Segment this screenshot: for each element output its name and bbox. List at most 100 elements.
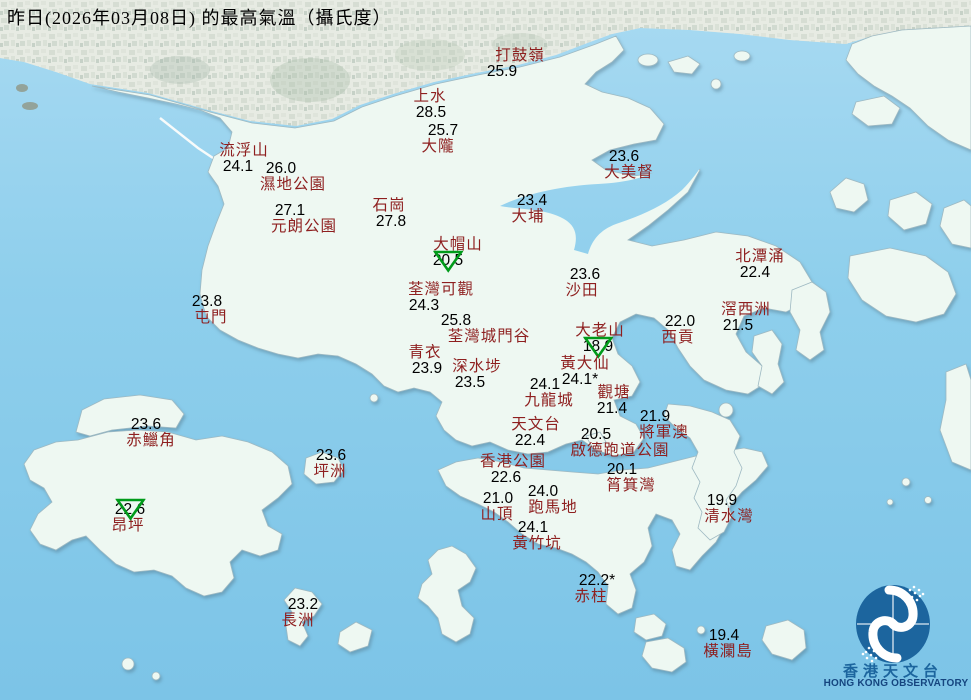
station-kau-sai-chau: 滘西洲 21.5: [721, 302, 771, 334]
station-name: 昂坪: [111, 518, 144, 534]
station-ngong-ping: 22.6昂坪: [111, 502, 144, 534]
station-name: 坪洲: [313, 464, 346, 480]
hko-logo-icon: [845, 582, 941, 666]
station-name: 大埔: [511, 209, 544, 225]
station-value: 22.2*: [579, 573, 615, 589]
station-value: 21.0: [481, 491, 514, 507]
station-tsuen-wan-ho-koon: 荃灣可觀 24.3: [408, 282, 474, 314]
station-kai-tak-runway-park: 20.5啟德跑道公園: [570, 427, 669, 459]
station-name: 赤鱲角: [126, 433, 176, 449]
station-name: 青衣: [408, 345, 441, 361]
station-peng-chau: 23.6坪洲: [313, 448, 346, 480]
station-tai-mo-shan: 大帽山 20.5: [433, 237, 483, 269]
station-value: 24.1: [520, 377, 570, 393]
station-sheung-shui: 上水 28.5: [413, 89, 446, 121]
station-value: 21.9: [630, 409, 680, 425]
station-value: 26.0: [248, 161, 314, 177]
station-value: 23.2: [286, 597, 319, 613]
station-value: 23.9: [410, 361, 443, 377]
station-stanley: 22.2*赤柱: [573, 573, 609, 605]
station-tates-cairn: 大老山 18.9: [575, 323, 625, 355]
station-pak-tam-chung: 北潭涌 22.4: [735, 249, 785, 281]
hko-logo-english: HONG KONG OBSERVATORY: [816, 678, 971, 689]
station-name: 黃大仙: [560, 356, 610, 372]
station-the-peak: 21.0山頂: [480, 491, 513, 523]
station-value: 22.6: [113, 502, 146, 518]
station-wetland-park: 26.0濕地公園: [260, 161, 326, 193]
station-value: 22.0: [663, 314, 696, 330]
page-title: 昨日(2026年03月08日) 的最高氣溫（攝氏度）: [7, 4, 392, 30]
station-clear-water-bay: 19.9清水灣: [704, 493, 754, 525]
station-hong-kong-park: 香港公園 22.6: [480, 454, 546, 486]
station-name: 清水灣: [704, 509, 754, 525]
station-name: 濕地公園: [260, 177, 326, 193]
station-sha-tin: 23.6沙田: [565, 267, 598, 299]
station-name: 深水埗: [452, 359, 502, 375]
station-value: 20.1: [597, 462, 647, 478]
station-tsing-yi: 青衣 23.9: [408, 345, 441, 377]
station-name: 九龍城: [524, 393, 574, 409]
station-value: 24.0: [518, 484, 568, 500]
station-name: 觀塘: [597, 385, 630, 401]
station-name: 橫瀾島: [703, 644, 753, 660]
station-value: 23.6: [314, 448, 347, 464]
station-tsuen-wan-shing-mun-valley: 25.8荃灣城門谷: [448, 313, 531, 345]
station-name: 大老山: [575, 323, 625, 339]
station-value: 18.9: [573, 339, 623, 355]
station-kowloon-city: 24.1九龍城: [524, 377, 574, 409]
station-name: 長洲: [281, 613, 314, 629]
station-value: 23.6: [568, 267, 601, 283]
station-name: 屯門: [194, 310, 227, 326]
station-name: 北潭涌: [735, 249, 785, 265]
station-name: 元朗公園: [271, 219, 337, 235]
station-value: 20.5: [546, 427, 645, 443]
station-value: 19.9: [697, 493, 747, 509]
station-value: 25.7: [426, 123, 459, 139]
station-name: 大美督: [604, 165, 654, 181]
station-value: 23.8: [190, 294, 223, 310]
hko-logo: 香港天文台 HONG KONG OBSERVATORY: [820, 578, 971, 700]
station-name: 沙田: [565, 283, 598, 299]
station-ta-kwu-ling: 打鼓嶺 25.9: [495, 48, 545, 80]
station-sham-shui-po: 深水埗 23.5: [452, 359, 502, 391]
station-shek-kong: 石崗 27.8: [372, 198, 405, 230]
station-tai-mei-tuk: 23.6大美督: [604, 149, 654, 181]
station-value: 25.9: [477, 64, 527, 80]
station-tuen-mun: 23.8屯門: [194, 294, 227, 326]
station-tai-po: 23.4大埔: [511, 193, 544, 225]
station-name: 石崗: [372, 198, 405, 214]
station-value: 21.4: [595, 401, 628, 417]
station-value: 28.5: [414, 105, 447, 121]
station-name: 黃竹坑: [512, 536, 562, 552]
station-value: 23.4: [515, 193, 548, 209]
station-happy-valley: 24.0跑馬地: [528, 484, 578, 516]
station-chek-lap-kok: 23.6赤鱲角: [126, 417, 176, 449]
station-name: 啟德跑道公園: [570, 443, 669, 459]
station-value: 23.6: [121, 417, 171, 433]
station-name: 香港公園: [480, 454, 546, 470]
max-temperature-map-screen: 昨日(2026年03月08日) 的最高氣溫（攝氏度） 打鼓嶺 25.9 上水 2…: [0, 0, 971, 700]
station-name: 流浮山: [219, 143, 269, 159]
station-value: 24.1: [508, 520, 558, 536]
station-waglan-island: 19.4橫瀾島: [703, 628, 753, 660]
station-value: 25.8: [415, 313, 498, 329]
station-value: 21.5: [713, 318, 763, 334]
station-name: 大隴: [421, 139, 454, 155]
station-name: 跑馬地: [528, 500, 578, 516]
station-shau-kei-wan: 20.1筲箕灣: [606, 462, 656, 494]
station-value: 23.6: [599, 149, 649, 165]
station-sai-kung: 22.0西貢: [661, 314, 694, 346]
station-name: 筲箕灣: [606, 478, 656, 494]
station-kwun-tong: 觀塘 21.4: [597, 385, 630, 417]
station-wong-chuk-hang: 24.1黃竹坑: [512, 520, 562, 552]
station-value: 22.4: [730, 265, 780, 281]
station-name: 荃灣可觀: [408, 282, 474, 298]
station-name: 荃灣城門谷: [448, 329, 531, 345]
station-value: 20.5: [423, 253, 473, 269]
station-name: 赤柱: [573, 589, 609, 605]
station-value: 27.1: [257, 203, 323, 219]
station-ta-lung: 25.7大隴: [421, 123, 454, 155]
station-name: 西貢: [661, 330, 694, 346]
station-name: 滘西洲: [721, 302, 771, 318]
station-yuen-long-park: 27.1元朗公園: [271, 203, 337, 235]
